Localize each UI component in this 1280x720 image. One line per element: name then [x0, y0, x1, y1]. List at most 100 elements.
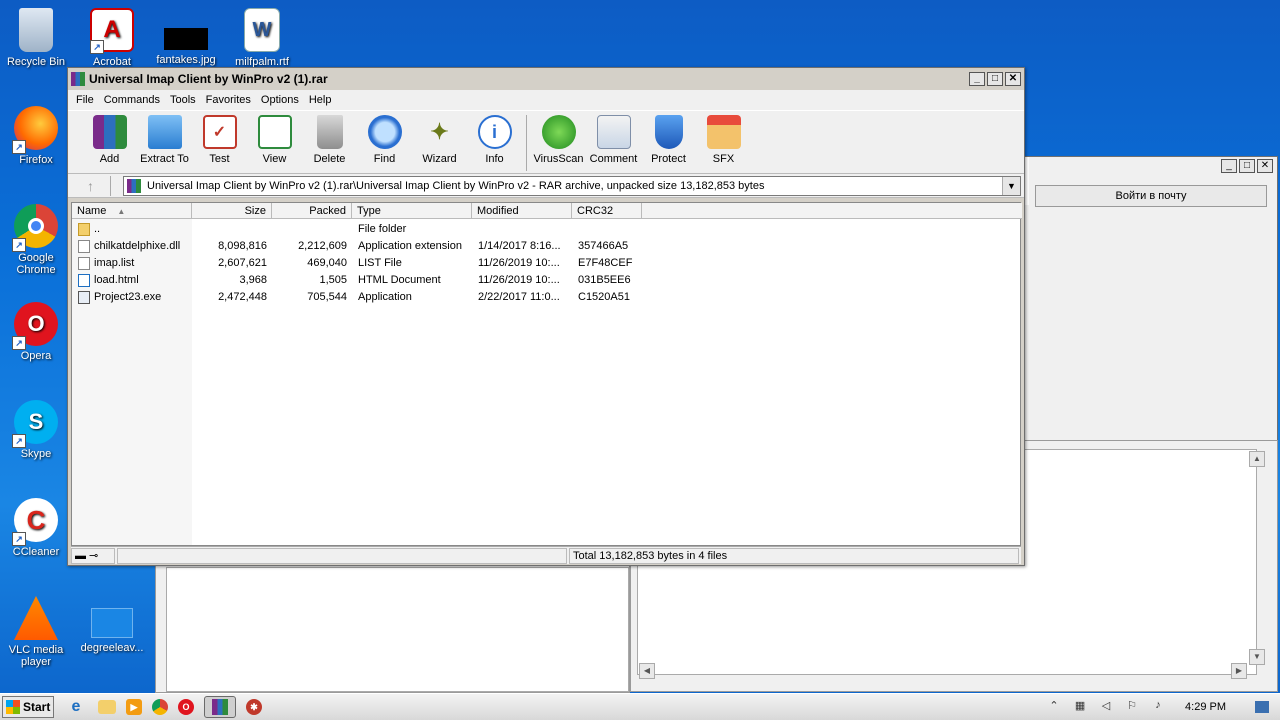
scroll-left-icon[interactable]: ◀: [639, 663, 655, 679]
virus-icon: [541, 115, 576, 149]
desktop-icon-vlc[interactable]: VLC media player: [0, 596, 72, 668]
desktop-icon-skype[interactable]: S ↗ Skype: [0, 400, 72, 460]
row-packed: 2,212,609: [298, 240, 347, 252]
desktop-icon-milfpalm[interactable]: W milfpalm.rtf: [226, 8, 298, 68]
column-header-name[interactable]: Name ▲: [72, 203, 192, 219]
menu-options[interactable]: Options: [256, 94, 304, 106]
protect-button[interactable]: Protect: [641, 115, 696, 165]
row-size: 2,607,621: [218, 257, 267, 269]
desktop-icon-label: Google Chrome: [16, 252, 56, 276]
menu-commands[interactable]: Commands: [99, 94, 165, 106]
column-header-crc32[interactable]: CRC32: [572, 203, 642, 219]
row-type: HTML Document: [358, 274, 441, 286]
rar-archive-icon: [127, 178, 141, 193]
comment-button[interactable]: Comment: [586, 115, 641, 165]
desktop-icon-acrobat[interactable]: A ↗ Acrobat: [76, 8, 148, 68]
column-header-packed[interactable]: Packed: [272, 203, 352, 219]
add-button[interactable]: Add: [82, 115, 137, 165]
virusscan-button[interactable]: VirusScan: [531, 115, 586, 165]
row-modified: 1/14/2017 8:16...: [478, 240, 561, 252]
scroll-right-icon[interactable]: ▶: [1231, 663, 1247, 679]
up-arrow-icon[interactable]: ↑: [71, 175, 111, 196]
minimize-icon[interactable]: _: [969, 72, 985, 86]
desktop-icon-opera[interactable]: O ↗ Opera: [0, 302, 72, 362]
menu-file[interactable]: File: [71, 94, 99, 106]
login-button[interactable]: Войти в почту: [1035, 185, 1267, 207]
test-button[interactable]: ✓ Test: [192, 115, 247, 165]
row-packed: 705,544: [307, 291, 347, 303]
menu-tools[interactable]: Tools: [165, 94, 201, 106]
column-header-size[interactable]: Size: [192, 203, 272, 219]
desktop-icon-chrome[interactable]: ↗ Google Chrome: [0, 204, 72, 276]
maximize-icon[interactable]: □: [987, 72, 1003, 86]
row-name: Project23.exe: [94, 291, 162, 303]
media-player-icon[interactable]: ▶: [126, 699, 142, 715]
wizard-button[interactable]: ✦ Wizard: [412, 115, 467, 165]
table-row[interactable]: chilkatdelphixe.dll 8,098,816 2,212,609 …: [72, 238, 1020, 255]
speaker-icon[interactable]: ♪: [1150, 699, 1166, 715]
desktop-icon-recycle-bin[interactable]: Recycle Bin: [0, 8, 72, 68]
tray-expand-icon[interactable]: ⌃: [1046, 699, 1062, 715]
row-crc: 031B5EE6: [578, 274, 631, 286]
desktop-icon-label: degreeleav...: [80, 642, 144, 654]
drive-key-icons[interactable]: ▬ ⊸: [71, 548, 115, 564]
table-row[interactable]: Project23.exe 2,472,448 705,544 Applicat…: [72, 289, 1020, 306]
desktop-icon-firefox[interactable]: ↗ Firefox: [0, 106, 72, 166]
winrar-window: Universal Imap Client by WinPro v2 (1).r…: [67, 67, 1025, 566]
path-text: Universal Imap Client by WinPro v2 (1).r…: [147, 179, 765, 192]
delete-button[interactable]: Delete: [302, 115, 357, 165]
add-icon: [92, 115, 127, 149]
edge-strip: [1025, 157, 1029, 205]
start-button[interactable]: Start: [2, 696, 54, 718]
desktop-icon-degreeleav[interactable]: degreeleav...: [76, 596, 148, 654]
show-desktop-icon[interactable]: [1255, 701, 1269, 713]
view-button[interactable]: View: [247, 115, 302, 165]
ie-icon[interactable]: e: [64, 696, 88, 718]
desktop-icon-label: VLC media player: [8, 644, 64, 668]
folder-up-icon: [78, 223, 90, 236]
menu-help[interactable]: Help: [304, 94, 337, 106]
row-crc: C1520A51: [578, 291, 630, 303]
row-modified: 11/26/2019 10:...: [478, 274, 560, 286]
chrome-icon[interactable]: [152, 699, 168, 715]
volume-icon[interactable]: ◁: [1098, 699, 1114, 715]
clock[interactable]: 4:29 PM: [1185, 701, 1226, 713]
table-row[interactable]: load.html 3,968 1,505 HTML Document 11/2…: [72, 272, 1020, 289]
menu-favorites[interactable]: Favorites: [201, 94, 256, 106]
close-icon[interactable]: ✕: [1257, 159, 1273, 173]
scroll-up-icon[interactable]: ▲: [1249, 451, 1265, 467]
row-name: imap.list: [94, 257, 135, 269]
opera-icon[interactable]: O: [178, 699, 194, 715]
winrar-taskbar-icon[interactable]: [204, 696, 236, 718]
column-header-modified[interactable]: Modified: [472, 203, 572, 219]
flag-icon[interactable]: ⚐: [1124, 699, 1140, 715]
path-field[interactable]: Universal Imap Client by WinPro v2 (1).r…: [123, 175, 1021, 196]
winrar-icon: [71, 72, 85, 86]
row-crc: 357466A5: [578, 240, 629, 252]
column-header-filler: [642, 203, 1022, 219]
chevron-down-icon[interactable]: ▼: [1002, 176, 1020, 195]
desktop-icon-ccleaner[interactable]: C ↗ CCleaner: [0, 498, 72, 558]
minimize-icon[interactable]: _: [1221, 159, 1237, 173]
row-name: ..: [94, 223, 101, 235]
row-crc: [578, 221, 640, 238]
info-button[interactable]: i Info: [467, 115, 522, 165]
maximize-icon[interactable]: □: [1239, 159, 1255, 173]
sfx-button[interactable]: SFX: [696, 115, 751, 165]
column-header-type[interactable]: Type: [352, 203, 472, 219]
desktop-icon-label: fantakes.jpg: [156, 54, 216, 66]
sfx-box-icon: [706, 115, 741, 149]
table-row[interactable]: .. File folder: [72, 221, 1020, 238]
find-button[interactable]: Find: [357, 115, 412, 165]
extract-to-button[interactable]: Extract To: [137, 115, 192, 165]
red-app-icon[interactable]: ✱: [246, 699, 262, 715]
table-row[interactable]: imap.list 2,607,621 469,040 LIST File 11…: [72, 255, 1020, 272]
shortcut-arrow-icon: ↗: [12, 434, 26, 448]
network-icon[interactable]: ▦: [1072, 699, 1088, 715]
close-icon[interactable]: ✕: [1005, 72, 1021, 86]
desktop-icon-fantakes[interactable]: fantakes.jpg: [150, 8, 222, 66]
title-bar[interactable]: Universal Imap Client by WinPro v2 (1).r…: [68, 68, 1024, 90]
explorer-folder-icon[interactable]: [98, 700, 116, 714]
taskbar: Start e ▶ O ✱ ⌃ ▦ ◁ ⚐ ♪ 4:29 PM: [0, 693, 1280, 720]
desktop-icon-label: Skype: [20, 448, 52, 460]
